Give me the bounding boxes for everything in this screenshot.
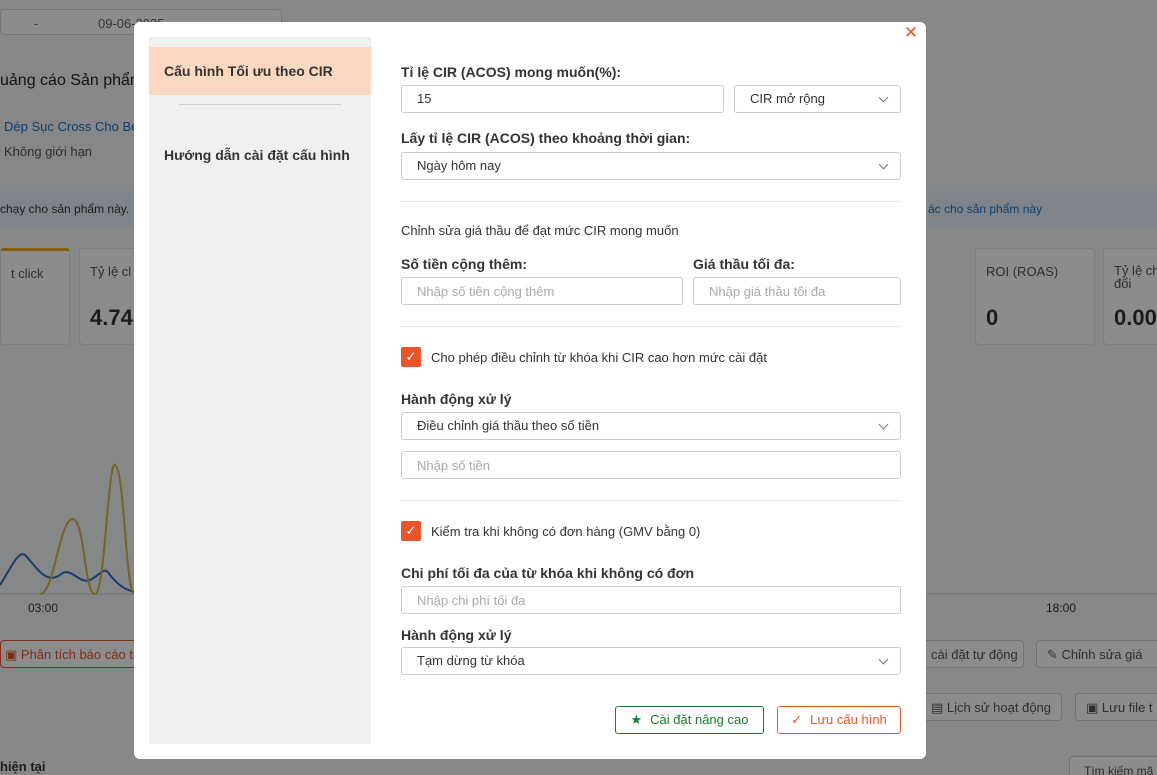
close-icon[interactable]: ✕ bbox=[903, 24, 919, 41]
allow-adjust-label: Cho phép điều chỉnh từ khóa khi CIR cao … bbox=[431, 350, 767, 365]
sidebar-item-label: Hướng dẫn cài đặt cấu hình bbox=[164, 147, 350, 163]
cir-config-modal: ✕ Cấu hình Tối ưu theo CIR Hướng dẫn cài… bbox=[134, 22, 926, 759]
max-bid-input[interactable] bbox=[693, 277, 901, 305]
bid-section-title: Chỉnh sửa giá thầu để đạt mức CIR mong m… bbox=[401, 223, 679, 238]
sidebar-item-cir-config[interactable]: Cấu hình Tối ưu theo CIR bbox=[149, 47, 371, 95]
cir-input[interactable]: 15 bbox=[401, 85, 724, 113]
extra-amount-input[interactable] bbox=[401, 277, 683, 305]
action-select[interactable]: Điều chỉnh giá thầu theo số tiền bbox=[401, 412, 901, 440]
action-label: Hành động xử lý bbox=[401, 391, 512, 407]
period-select[interactable]: Ngày hôm nay bbox=[401, 152, 901, 180]
check-icon: ✓ bbox=[791, 712, 803, 727]
divider bbox=[401, 500, 901, 501]
star-icon: ★ bbox=[630, 712, 643, 727]
sidebar-item-label: Cấu hình Tối ưu theo CIR bbox=[164, 63, 333, 79]
cir-mode-select[interactable]: CIR mở rộng bbox=[734, 85, 901, 113]
period-label: Lấy tỉ lệ CIR (ACOS) theo khoảng thời gi… bbox=[401, 130, 691, 146]
action-select[interactable]: Tạm dừng từ khóa bbox=[401, 647, 901, 675]
check-no-order-checkbox[interactable]: ✓ bbox=[401, 521, 421, 541]
advanced-settings-button[interactable]: ★ Cài đặt nâng cao bbox=[615, 706, 764, 734]
amount-input[interactable] bbox=[401, 451, 901, 479]
sidebar-item-setup-guide[interactable]: Hướng dẫn cài đặt cấu hình bbox=[149, 131, 371, 179]
save-config-button[interactable]: ✓ Lưu cấu hình bbox=[777, 706, 901, 734]
check-icon: ✓ bbox=[405, 523, 417, 538]
check-icon: ✓ bbox=[405, 349, 417, 364]
extra-amount-label: Số tiền cộng thêm: bbox=[401, 256, 527, 272]
max-cost-label: Chi phí tối đa của từ khóa khi không có … bbox=[401, 565, 695, 581]
divider bbox=[401, 326, 901, 327]
config-form: Tỉ lệ CIR (ACOS) mong muốn(%): 15 CIR mở… bbox=[401, 22, 901, 759]
check-no-order-label: Kiểm tra khi không có đơn hàng (GMV bằng… bbox=[431, 524, 701, 539]
modal-sidebar: Cấu hình Tối ưu theo CIR Hướng dẫn cài đ… bbox=[149, 37, 371, 744]
max-bid-label: Giá thầu tối đa: bbox=[693, 256, 795, 272]
action-label: Hành động xử lý bbox=[401, 627, 512, 643]
cir-label: Tỉ lệ CIR (ACOS) mong muốn(%): bbox=[401, 64, 622, 80]
max-cost-input[interactable] bbox=[401, 586, 901, 614]
divider bbox=[401, 201, 901, 202]
allow-adjust-checkbox[interactable]: ✓ bbox=[401, 347, 421, 367]
sidebar-divider bbox=[179, 104, 341, 105]
